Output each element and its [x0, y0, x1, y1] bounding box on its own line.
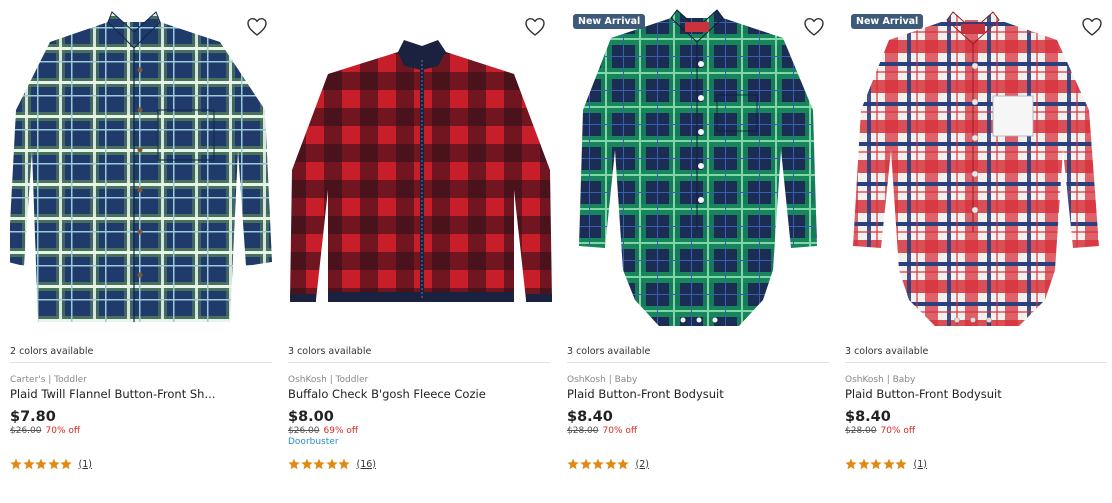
product-brand: OshKosh | Baby — [567, 375, 638, 385]
divider — [288, 362, 550, 363]
star-rating — [288, 458, 351, 470]
star-rating — [567, 458, 630, 470]
product-brand: OshKosh | Baby — [845, 375, 916, 385]
sale-price: $8.40 — [567, 409, 613, 425]
product-card[interactable]: 2 colors available Carter's | Toddler Pl… — [10, 0, 276, 503]
star-icon — [60, 458, 72, 470]
rating[interactable]: (2) — [567, 458, 649, 470]
discount-label: 70% off — [880, 426, 916, 436]
divider — [845, 362, 1107, 363]
promo-label: Doorbuster — [288, 437, 339, 447]
star-icon — [882, 458, 895, 470]
product-grid: 2 colors available Carter's | Toddler Pl… — [0, 0, 1112, 503]
star-icon — [288, 458, 300, 470]
product-name[interactable]: Plaid Button-Front Bodysuit — [567, 387, 829, 401]
colors-available: 3 colors available — [845, 346, 929, 357]
product-image[interactable] — [10, 0, 276, 338]
sale-price: $8.00 — [288, 409, 334, 425]
divider — [10, 362, 272, 363]
new-arrival-badge: New Arrival — [573, 14, 646, 29]
star-icon — [845, 458, 857, 470]
product-card[interactable]: New Arrival 3 colors available OshKosh |… — [845, 0, 1111, 503]
star-icon — [10, 458, 22, 470]
sale-price: $7.80 — [10, 409, 56, 425]
price-row: $28.00 70% off — [567, 426, 637, 436]
review-count[interactable]: (1) — [79, 459, 92, 470]
star-icon — [617, 458, 629, 470]
product-image[interactable]: New Arrival — [845, 0, 1111, 338]
star-icon — [35, 458, 47, 470]
star-icon — [338, 458, 350, 470]
original-price: $28.00 — [567, 426, 599, 436]
star-icon — [895, 458, 907, 470]
price-row: $28.00 70% off — [845, 426, 915, 436]
original-price: $28.00 — [845, 426, 877, 436]
new-arrival-badge: New Arrival — [851, 14, 924, 29]
colors-available: 2 colors available — [10, 346, 94, 357]
review-count[interactable]: (2) — [636, 459, 649, 470]
star-icon — [567, 458, 579, 470]
colors-available: 3 colors available — [567, 346, 651, 357]
product-card[interactable]: New Arrival 3 colors available OshKosh |… — [567, 0, 833, 503]
price-row: $26.00 70% off — [10, 426, 80, 436]
star-icon — [857, 458, 870, 470]
discount-label: 70% off — [45, 426, 81, 436]
star-icon — [22, 458, 35, 470]
star-rating — [10, 458, 73, 470]
divider — [567, 362, 829, 363]
original-price: $26.00 — [10, 426, 42, 436]
star-icon — [870, 458, 882, 470]
rating[interactable]: (1) — [10, 458, 92, 470]
colors-available: 3 colors available — [288, 346, 372, 357]
wishlist-heart-icon[interactable] — [246, 16, 268, 38]
star-icon — [579, 458, 592, 470]
price-row: $26.00 69% off — [288, 426, 358, 436]
wishlist-heart-icon[interactable] — [524, 16, 546, 38]
wishlist-heart-icon[interactable] — [803, 16, 825, 38]
rating[interactable]: (16) — [288, 458, 376, 470]
product-name[interactable]: Plaid Twill Flannel Button-Front Sh... — [10, 387, 272, 401]
star-icon — [604, 458, 617, 470]
discount-label: 70% off — [602, 426, 638, 436]
discount-label: 69% off — [323, 426, 359, 436]
product-image[interactable] — [288, 0, 554, 338]
star-icon — [325, 458, 338, 470]
original-price: $26.00 — [288, 426, 320, 436]
star-icon — [300, 458, 313, 470]
star-icon — [313, 458, 325, 470]
star-rating — [845, 458, 908, 470]
star-icon — [47, 458, 60, 470]
product-brand: Carter's | Toddler — [10, 375, 87, 385]
product-brand: OshKosh | Toddler — [288, 375, 369, 385]
product-name[interactable]: Buffalo Check B'gosh Fleece Cozie — [288, 387, 550, 401]
sale-price: $8.40 — [845, 409, 891, 425]
star-icon — [592, 458, 604, 470]
review-count[interactable]: (16) — [357, 459, 377, 470]
review-count[interactable]: (1) — [914, 459, 927, 470]
rating[interactable]: (1) — [845, 458, 927, 470]
product-image[interactable]: New Arrival — [567, 0, 833, 338]
product-name[interactable]: Plaid Button-Front Bodysuit — [845, 387, 1107, 401]
wishlist-heart-icon[interactable] — [1081, 16, 1103, 38]
product-card[interactable]: 3 colors available OshKosh | Toddler Buf… — [288, 0, 554, 503]
